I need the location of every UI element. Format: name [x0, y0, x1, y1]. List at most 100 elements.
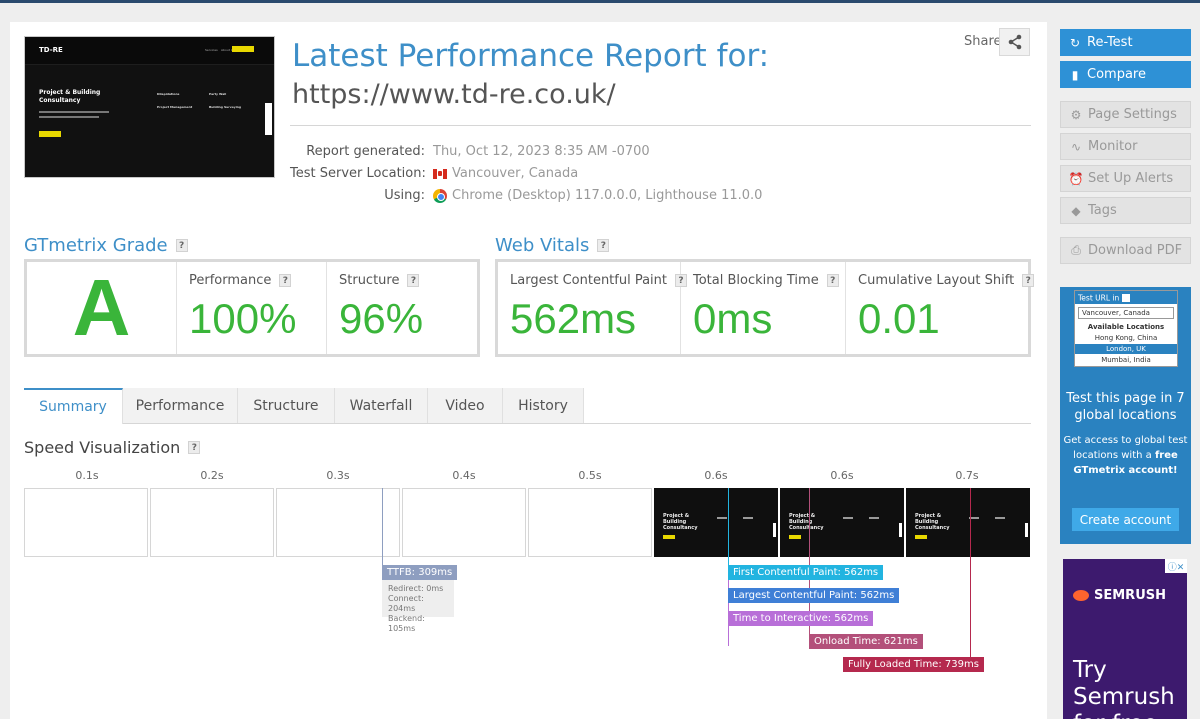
tab-performance[interactable]: Performance — [123, 388, 238, 423]
ttfb-marker: TTFB: 309ms — [382, 565, 458, 580]
cls-label: Cumulative Layout Shift — [858, 273, 1015, 288]
thumbnail-heading: Project & Building Consultancy — [39, 89, 101, 104]
lcp-label-row: Largest Contentful Paint ? — [510, 273, 688, 288]
onload-marker: Onload Time: 621ms — [809, 634, 923, 649]
lcp-label: Largest Contentful Paint — [510, 273, 668, 288]
retest-label: Re-Test — [1087, 35, 1133, 50]
report-url[interactable]: https://www.td-re.co.uk/ — [292, 79, 616, 110]
time-label: 0.3s — [326, 469, 350, 482]
using-label: Using: — [384, 188, 425, 203]
location-selector-illustration: Test URL in Vancouver, Canada Available … — [1074, 290, 1178, 367]
filmstrip-frame[interactable] — [402, 488, 526, 557]
refresh-icon: ↻ — [1069, 35, 1081, 50]
mini-location: Hong Kong, China — [1094, 334, 1158, 342]
tags-button[interactable]: ◆ Tags — [1060, 197, 1191, 224]
mini-heading: Available Locations — [1087, 323, 1165, 331]
filmstrip-frame[interactable]: Project & Building Consultancy — [654, 488, 778, 557]
dropdown-icon — [1122, 294, 1131, 302]
fully-loaded-line — [970, 488, 971, 658]
using-text: Chrome (Desktop) 117.0.0.0, Lighthouse 1… — [452, 188, 763, 203]
help-icon[interactable]: ? — [597, 239, 610, 252]
monitor-label: Monitor — [1088, 139, 1138, 154]
report-generated-text: Thu, Oct 12, 2023 8:35 AM -0700 — [433, 144, 650, 159]
frame-button — [663, 535, 675, 539]
grade-letter: A — [27, 262, 177, 354]
retest-button[interactable]: ↻ Re-Test — [1060, 29, 1191, 56]
report-generated-value: Thu, Oct 12, 2023 8:35 AM -0700 — [433, 144, 650, 159]
share-icon — [1008, 34, 1021, 50]
frame-button — [915, 535, 927, 539]
tab-summary[interactable]: Summary — [24, 388, 123, 424]
gear-icon: ⚙ — [1070, 107, 1082, 122]
semrush-logo: SEMRUSH — [1073, 588, 1166, 603]
thumbnail-col: Building Surveying — [209, 105, 242, 109]
monitor-button[interactable]: ∿ Monitor — [1060, 133, 1191, 160]
structure-label: Structure — [339, 273, 400, 288]
frame-line — [843, 517, 853, 519]
page-settings-button[interactable]: ⚙ Page Settings — [1060, 101, 1191, 128]
filmstrip-frame[interactable]: Project & Building Consultancy — [780, 488, 904, 557]
thumbnail-col: Project Management — [157, 105, 193, 109]
promo-headline: Test this page in 7 global locations — [1066, 391, 1185, 423]
filmstrip-frame[interactable] — [150, 488, 274, 557]
structure-metric: Structure ? 96% — [327, 262, 477, 354]
frame-side-tab — [1025, 523, 1028, 537]
mini-header: Test URL in — [1075, 291, 1177, 304]
tab-history[interactable]: History — [503, 388, 584, 423]
help-icon[interactable]: ? — [407, 274, 420, 287]
set-up-alerts-label: Set Up Alerts — [1088, 171, 1174, 186]
help-icon[interactable]: ? — [1022, 274, 1035, 287]
share-button[interactable] — [999, 28, 1030, 56]
create-account-button[interactable]: Create account — [1072, 508, 1179, 531]
structure-value: 96% — [339, 295, 424, 342]
tbt-value: 0ms — [693, 295, 773, 342]
cls-label-row: Cumulative Layout Shift ? — [858, 273, 1035, 288]
alarm-icon: ⏰ — [1068, 171, 1084, 186]
compare-label: Compare — [1087, 67, 1146, 82]
tab-video[interactable]: Video — [428, 388, 503, 423]
cls-metric: Cumulative Layout Shift ? 0.01 — [846, 262, 1035, 354]
tti-marker: Time to Interactive: 562ms — [728, 611, 874, 626]
ttfb-line — [382, 488, 383, 566]
report-generated-label: Report generated: — [306, 144, 425, 159]
download-pdf-button[interactable]: ⎙ Download PDF — [1060, 237, 1191, 264]
fully-loaded-marker: Fully Loaded Time: 739ms — [843, 657, 984, 672]
server-location-value: Vancouver, Canada — [433, 166, 578, 181]
semrush-ad[interactable]: ⓘ✕ SEMRUSH Try Semrush for free — [1063, 559, 1187, 719]
ad-choices-icon[interactable]: ⓘ✕ — [1165, 559, 1187, 573]
global-locations-promo: Test URL in Vancouver, Canada Available … — [1060, 287, 1191, 544]
server-location-text: Vancouver, Canada — [452, 166, 579, 181]
pulse-icon: ∿ — [1070, 139, 1082, 154]
help-icon[interactable]: ? — [279, 274, 292, 287]
filmstrip-frame[interactable] — [528, 488, 652, 557]
web-vitals-title: Web Vitals ? — [495, 235, 610, 256]
help-icon[interactable]: ? — [188, 441, 201, 454]
time-label: 0.6s — [830, 469, 854, 482]
frame-side-tab — [899, 523, 902, 537]
using-value: Chrome (Desktop) 117.0.0.0, Lighthouse 1… — [433, 188, 762, 203]
frame-side-tab — [773, 523, 776, 537]
mini-input: Vancouver, Canada — [1078, 307, 1174, 319]
filmstrip-frame[interactable]: Project & Building Consultancy — [906, 488, 1030, 557]
tbt-label: Total Blocking Time — [693, 273, 819, 288]
time-label: 0.6s — [704, 469, 728, 482]
ttfb-detail: Redirect: 0ms Connect: 204ms Backend: 10… — [382, 580, 454, 633]
gtmetrix-grade-box: A Performance ? 100% Structure ? 96% — [24, 259, 480, 357]
help-icon[interactable]: ? — [826, 274, 839, 287]
frame-line — [743, 517, 753, 519]
help-icon[interactable]: ? — [175, 239, 188, 252]
frame-heading: Project & Building Consultancy — [915, 513, 950, 531]
filmstrip-frame[interactable] — [24, 488, 148, 557]
share-label: Share — [964, 34, 1002, 49]
web-vitals-box: Largest Contentful Paint ? 562ms Total B… — [495, 259, 1035, 357]
site-screenshot-thumbnail: TD-RE Services About Us Project & Buildi… — [24, 36, 275, 178]
tbt-metric: Total Blocking Time ? 0ms — [681, 262, 846, 354]
pdf-icon: ⎙ — [1071, 243, 1081, 257]
lcp-metric: Largest Contentful Paint ? 562ms — [498, 262, 688, 354]
tab-waterfall[interactable]: Waterfall — [335, 388, 428, 423]
time-label: 0.1s — [75, 469, 99, 482]
tab-structure[interactable]: Structure — [238, 388, 335, 423]
set-up-alerts-button[interactable]: ⏰ Set Up Alerts — [1060, 165, 1191, 192]
performance-value: 100% — [189, 295, 297, 342]
compare-button[interactable]: ▮ Compare — [1060, 61, 1191, 88]
